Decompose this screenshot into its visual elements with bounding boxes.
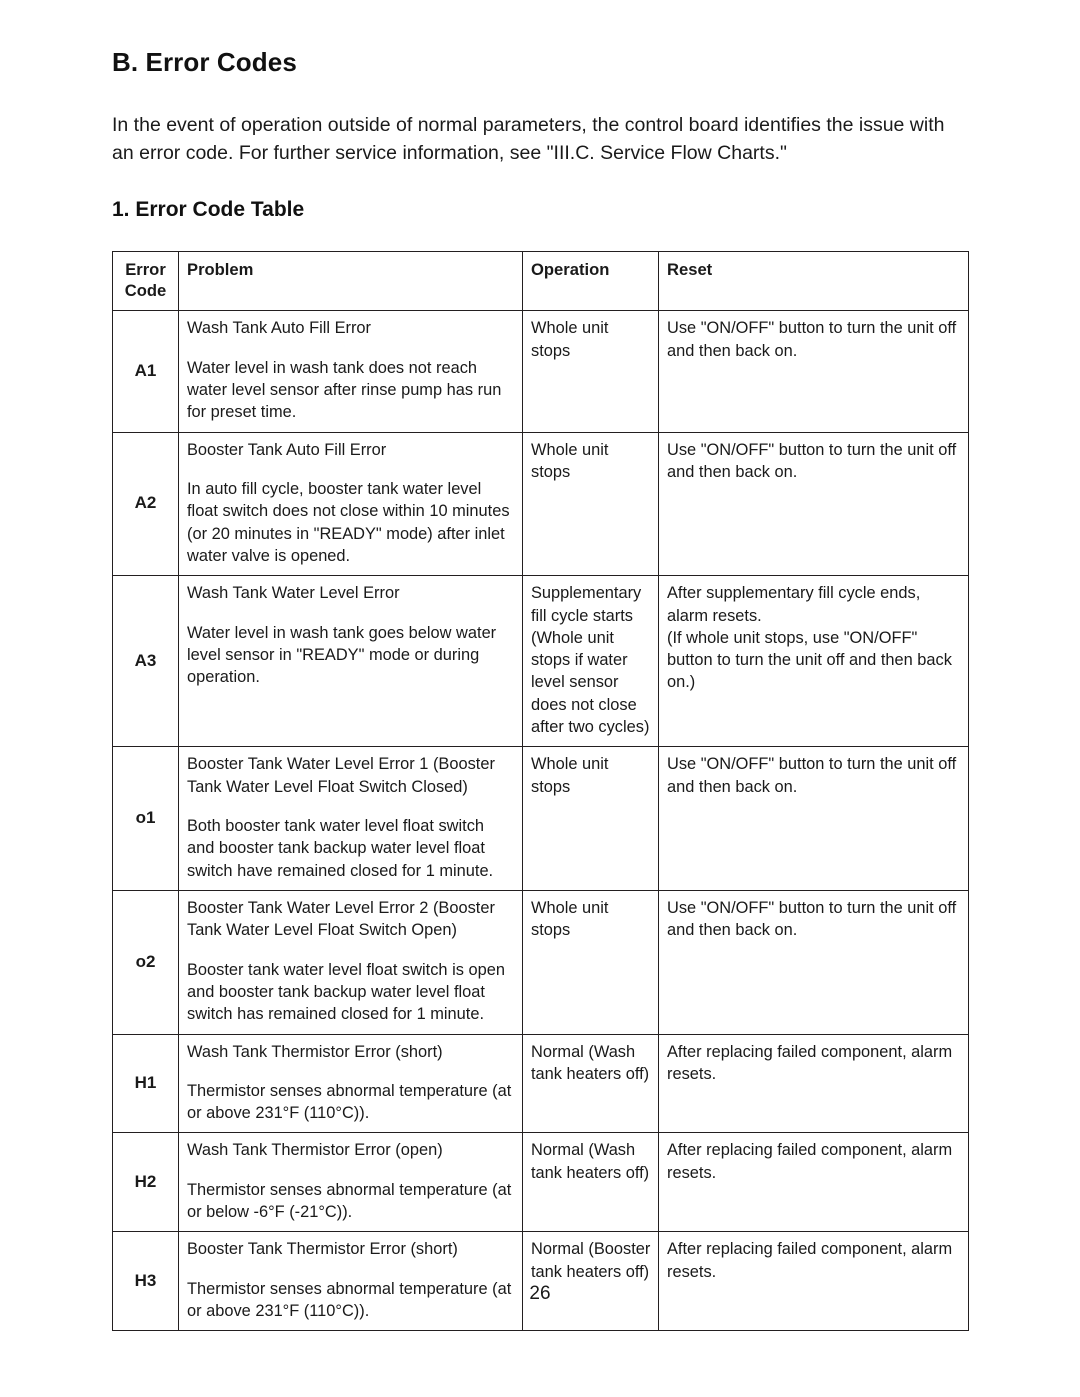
- cell-operation: Whole unit stops: [522, 746, 659, 891]
- reset-line: Use "ON/OFF" button to turn the unit off…: [667, 440, 957, 481]
- table-header-row: Error Code Problem Operation Reset: [112, 250, 969, 312]
- table-row: A1 Wash Tank Auto Fill Error Water level i…: [112, 310, 969, 433]
- intro-paragraph: In the event of operation outside of nor…: [112, 113, 945, 165]
- table-row: A3 Wash Tank Water Level Error Water level…: [112, 575, 969, 748]
- problem-title: Booster Tank Water Level Error 2 (Booste…: [187, 898, 495, 940]
- problem-detail: In auto fill cycle, booster tank water l…: [187, 479, 510, 565]
- column-header-error-code-line2: Code: [124, 281, 167, 301]
- table-row: H1 Wash Tank Thermistor Error (short) Ther…: [112, 1033, 969, 1134]
- cell-problem: Booster Tank Water Level Error 1 (Booste…: [178, 746, 523, 891]
- cell-error-code: o2: [112, 889, 179, 1035]
- problem-title: Wash Tank Auto Fill Error: [187, 319, 372, 338]
- column-header-operation: Operation: [522, 250, 659, 312]
- cell-error-code: H1: [112, 1033, 179, 1134]
- table-body: A1 Wash Tank Auto Fill Error Water level i…: [112, 310, 969, 1332]
- problem-spacer: [187, 605, 515, 622]
- problem-detail: Thermistor senses abnormal temperature (…: [187, 1180, 512, 1222]
- table-row: H3 Booster Tank Thermistor Error (short) T…: [112, 1231, 969, 1332]
- column-header-error-code-line1: Error: [125, 259, 166, 279]
- cell-operation: Whole unit stops: [522, 889, 659, 1035]
- cell-operation: Normal (Wash tank heaters off): [522, 1033, 659, 1134]
- page-number: 26: [529, 1283, 551, 1304]
- cell-reset: After replacing failed component, alarm …: [658, 1033, 969, 1134]
- column-header-reset: Reset: [658, 250, 969, 312]
- cell-reset: Use "ON/OFF" button to turn the unit off…: [658, 746, 969, 891]
- cell-problem: Booster Tank Thermistor Error (short) The…: [178, 1231, 523, 1332]
- cell-reset: Use "ON/OFF" button to turn the unit off…: [658, 431, 969, 577]
- cell-operation: Whole unit stops: [522, 310, 659, 433]
- table-row: H2 Wash Tank Thermistor Error (open) Therm…: [112, 1132, 969, 1233]
- page-content: B. Error Codes In the event of operation…: [112, 0, 969, 1332]
- cell-operation: Normal (Wash tank heaters off): [522, 1132, 659, 1233]
- problem-detail: Water level in wash tank does not reach …: [187, 358, 502, 422]
- table-row: A2 Booster Tank Auto Fill Error In auto fi…: [112, 431, 969, 577]
- cell-reset: After supplementary fill cycle ends, ala…: [658, 575, 969, 748]
- problem-title: Wash Tank Thermistor Error (open): [187, 1141, 443, 1160]
- table-row: o1 Booster Tank Water Level Error 1 (Boos…: [112, 746, 969, 891]
- problem-detail: Both booster tank water level float swit…: [187, 817, 494, 880]
- reset-line: (If whole unit stops, use "ON/OFF" butto…: [667, 628, 952, 692]
- cell-error-code: A2: [112, 431, 179, 577]
- document-page: B. Error Codes In the event of operation…: [0, 0, 1080, 1397]
- problem-spacer: [187, 798, 515, 815]
- cell-operation: Whole unit stops: [522, 431, 659, 577]
- cell-operation: Normal (Booster tank heaters off): [522, 1231, 659, 1332]
- problem-title: Booster Tank Water Level Error 1 (Booste…: [187, 755, 495, 796]
- cell-error-code: A3: [112, 575, 179, 748]
- problem-spacer: [187, 1261, 515, 1278]
- cell-error-code: A1: [112, 310, 179, 433]
- problem-title: Booster Tank Thermistor Error (short): [187, 1240, 458, 1259]
- error-code-table: Error Code Problem Operation Reset A1 Was…: [112, 250, 969, 1332]
- problem-spacer: [187, 461, 515, 478]
- cell-error-code: o1: [112, 746, 179, 891]
- cell-problem: Wash Tank Water Level Error Water level i…: [178, 575, 523, 748]
- problem-spacer: [187, 340, 515, 357]
- problem-detail: Water level in wash tank goes below wate…: [187, 623, 497, 687]
- reset-line: Use "ON/OFF" button to turn the unit off…: [667, 898, 957, 940]
- cell-problem: Booster Tank Water Level Error 2 (Booste…: [178, 889, 523, 1035]
- problem-title: Wash Tank Water Level Error: [187, 584, 400, 603]
- cell-problem: Wash Tank Auto Fill Error Water level in …: [178, 310, 523, 433]
- reset-line: After replacing failed component, alarm …: [667, 1240, 953, 1281]
- cell-problem: Wash Tank Thermistor Error (short) Thermi…: [178, 1033, 523, 1134]
- problem-spacer: [187, 942, 515, 959]
- problem-detail: Thermistor senses abnormal temperature (…: [187, 1081, 512, 1123]
- cell-operation: Supplementary fill cycle starts (Whole u…: [522, 575, 659, 748]
- problem-spacer: [187, 1162, 515, 1179]
- reset-line: Use "ON/OFF" button to turn the unit off…: [667, 319, 957, 360]
- cell-error-code: H3: [112, 1231, 179, 1332]
- reset-line: After replacing failed component, alarm …: [667, 1141, 953, 1182]
- cell-reset: After replacing failed component, alarm …: [658, 1132, 969, 1233]
- cell-reset: After replacing failed component, alarm …: [658, 1231, 969, 1332]
- problem-title: Booster Tank Auto Fill Error: [187, 440, 387, 459]
- cell-reset: Use "ON/OFF" button to turn the unit off…: [658, 310, 969, 433]
- error-code-table-container: Error Code Problem Operation Reset A1 Was…: [112, 222, 969, 1332]
- cell-error-code: H2: [112, 1132, 179, 1233]
- page-title: B. Error Codes: [112, 47, 297, 77]
- cell-problem: Booster Tank Auto Fill Error In auto fill…: [178, 431, 523, 577]
- problem-spacer: [187, 1063, 515, 1080]
- reset-line: Use "ON/OFF" button to turn the unit off…: [667, 755, 957, 796]
- cell-reset: Use "ON/OFF" button to turn the unit off…: [658, 889, 969, 1035]
- cell-problem: Wash Tank Thermistor Error (open) Thermis…: [178, 1132, 523, 1233]
- problem-title: Wash Tank Thermistor Error (short): [187, 1042, 443, 1061]
- table-header: Error Code Problem Operation Reset: [112, 250, 969, 312]
- column-header-problem: Problem: [178, 250, 523, 312]
- table-row: o2 Booster Tank Water Level Error 2 (Boos…: [112, 889, 969, 1035]
- reset-line: After replacing failed component, alarm …: [667, 1042, 953, 1083]
- column-header-error-code: Error Code: [112, 250, 179, 312]
- reset-line: After supplementary fill cycle ends, ala…: [667, 584, 921, 625]
- subsection-title: 1. Error Code Table: [112, 197, 305, 221]
- problem-detail: Booster tank water level float switch is…: [187, 960, 505, 1024]
